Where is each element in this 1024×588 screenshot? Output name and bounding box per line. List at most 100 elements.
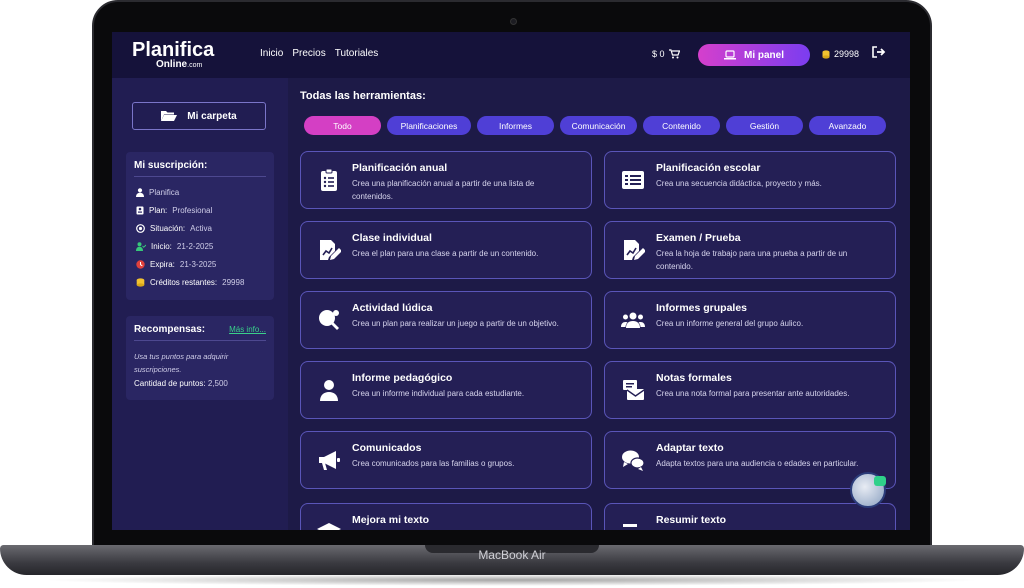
sub-credits-label: Créditos restantes: (150, 278, 218, 287)
list-icon (621, 168, 645, 192)
rewards-description: Usa tus puntos para adquirir suscripcion… (134, 352, 229, 374)
sub-expire-value: 21-3-2025 (179, 260, 217, 269)
sub-row-start: Inicio: 21-2-2025 (136, 242, 213, 251)
filter-comunicacion[interactable]: Comunicación (560, 116, 637, 135)
tool-card-planificacion-anual[interactable]: Planificación anual Crea una planificaci… (300, 151, 592, 209)
divider (134, 340, 266, 341)
tool-card-examen-prueba[interactable]: Examen / Prueba Crea la hoja de trabajo … (604, 221, 896, 279)
tools-title: Todas las herramientas: (300, 90, 426, 102)
tool-card-clase-individual[interactable]: Clase individual Crea el plan para una c… (300, 221, 592, 279)
tool-title: Mejora mi texto (352, 514, 430, 526)
subscription-title: Mi suscripción: (134, 160, 208, 171)
tool-title: Notas formales (656, 372, 732, 384)
top-navbar: Planifica Online.com Inicio Precios Tuto… (112, 32, 910, 78)
edit-document-icon (621, 238, 646, 262)
tool-description: Crea una nota formal para presentar ante… (656, 389, 850, 398)
laptop-icon (723, 50, 736, 60)
logout-button[interactable] (872, 45, 886, 61)
tool-description: Crea un plan para realizar un juego a pa… (352, 319, 559, 328)
sub-name-value: Planifica (149, 188, 180, 197)
coins-icon (822, 49, 830, 59)
rewards-title: Recompensas: (134, 324, 206, 335)
sub-row-credits: Créditos restantes: 29998 (136, 278, 244, 287)
filter-planificaciones[interactable]: Planificaciones (387, 116, 471, 135)
tool-title: Informes grupales (656, 302, 748, 314)
tool-title: Clase individual (352, 232, 432, 244)
divider (134, 176, 266, 177)
mi-panel-label: Mi panel (743, 49, 784, 61)
filter-informes[interactable]: Informes (477, 116, 554, 135)
assistant-chat-button[interactable] (850, 472, 886, 508)
sub-start-value: 21-2-2025 (176, 242, 214, 251)
tool-card-actividad-ludica[interactable]: Actividad lúdica Crea un plan para reali… (300, 291, 592, 349)
coins-icon (136, 278, 145, 287)
edit-document-icon (317, 238, 342, 262)
tool-description: Crea una planificación anual a partir de… (352, 179, 535, 201)
tool-title: Resumir texto (656, 514, 727, 526)
filter-avanzado[interactable]: Avanzado (809, 116, 886, 135)
app-screen: Planifica Online.com Inicio Precios Tuto… (112, 32, 910, 530)
rewards-card: Recompensas: Más info... Usa tus puntos … (126, 316, 274, 400)
sub-row-status: Situación: Activa (136, 224, 212, 233)
nav-tutoriales[interactable]: Tutoriales (335, 48, 379, 59)
sub-plan-label: Plan: (149, 206, 168, 215)
clipboard-list-icon (317, 168, 341, 192)
logout-icon (872, 46, 886, 58)
rewards-points: Cantidad de puntos: 2,500 (134, 379, 228, 388)
logo-sub-text: Online.com (156, 59, 203, 70)
credits-value: 29998 (834, 49, 860, 59)
sidebar: Mi carpeta Mi suscripción: Planifica Pla… (112, 78, 288, 530)
tool-title: Planificación escolar (656, 162, 761, 174)
sub-status-value: Activa (190, 224, 212, 233)
tool-title: Comunicados (352, 442, 422, 454)
tool-title: Actividad lúdica (352, 302, 433, 314)
credits-counter: 29998 (822, 49, 859, 59)
mi-carpeta-label: Mi carpeta (187, 110, 237, 122)
sub-start-label: Inicio: (151, 242, 172, 251)
sub-row-name: Planifica (136, 188, 179, 197)
tool-card-informes-grupales[interactable]: Informes grupales Crea un informe genera… (604, 291, 896, 349)
logo[interactable]: Planifica Online.com (132, 40, 214, 71)
id-card-icon (136, 206, 144, 215)
tool-card-planificacion-escolar[interactable]: Planificación escolar Crea una secuencia… (604, 151, 896, 209)
tool-description: Crea una secuencia didáctica, proyecto y… (656, 179, 822, 188)
tool-title: Examen / Prueba (656, 232, 741, 244)
rewards-more-info-link[interactable]: Más info... (229, 325, 266, 334)
camera-dot (510, 18, 517, 25)
sub-status-label: Situación: (150, 224, 186, 233)
points-label: Cantidad de puntos: (134, 379, 206, 388)
folder-open-icon (161, 111, 178, 121)
main-nav: Inicio Precios Tutoriales (260, 48, 378, 59)
nav-precios[interactable]: Precios (292, 48, 325, 59)
tool-card-resumir-texto[interactable]: Resumir texto (604, 503, 896, 530)
clock-icon (136, 260, 145, 269)
laptop-base: MacBook Air (0, 545, 1024, 575)
mi-carpeta-button[interactable]: Mi carpeta (132, 102, 266, 130)
sub-expire-label: Expira: (150, 260, 175, 269)
graduation-cap-icon (317, 520, 341, 530)
tool-title: Adaptar texto (656, 442, 724, 454)
tool-card-informe-pedagogico[interactable]: Informe pedagógico Crea un informe indiv… (300, 361, 592, 419)
users-icon (621, 308, 645, 332)
tool-card-comunicados[interactable]: Comunicados Crea comunicados para las fa… (300, 431, 592, 489)
subscription-card: Mi suscripción: Planifica Plan: Profesio… (126, 152, 274, 300)
nav-inicio[interactable]: Inicio (260, 48, 283, 59)
sub-credits-value: 29998 (222, 278, 245, 287)
sub-row-expire: Expira: 21-3-2025 (136, 260, 216, 269)
tool-card-notas-formales[interactable]: Notas formales Crea una nota formal para… (604, 361, 896, 419)
cart[interactable]: $ 0 (652, 49, 680, 59)
tool-description: Crea un informe individual para cada est… (352, 389, 525, 398)
mi-panel-button[interactable]: Mi panel (698, 44, 810, 66)
tool-card-mejora-mi-texto[interactable]: Mejora mi texto (300, 503, 592, 530)
align-left-icon (621, 520, 645, 530)
filter-todo[interactable]: Todo (304, 116, 381, 135)
user-icon (136, 188, 144, 197)
user-check-icon (136, 242, 146, 251)
sub-row-plan: Plan: Profesional (136, 206, 212, 215)
ping-pong-icon (317, 308, 341, 332)
filter-gestion[interactable]: Gestión (726, 116, 803, 135)
status-circle-icon (136, 224, 145, 233)
filter-bar: Todo Planificaciones Informes Comunicaci… (304, 116, 886, 135)
cart-amount: $ 0 (652, 49, 665, 59)
filter-contenido[interactable]: Contenido (643, 116, 720, 135)
